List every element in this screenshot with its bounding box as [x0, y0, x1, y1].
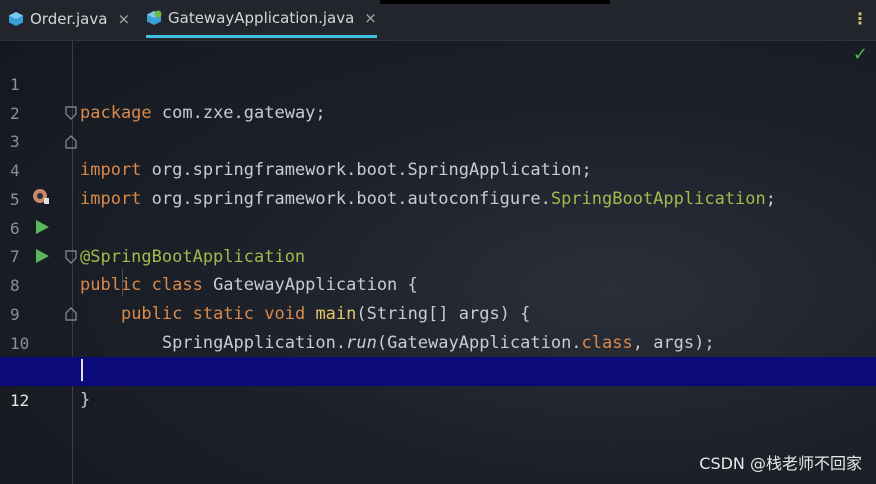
fold-open-icon[interactable] — [64, 249, 78, 264]
editor-tab-bar: Order.java × GatewayApplication.java × ⋮ — [0, 0, 876, 41]
code-line[interactable]: 8 public static void main(String[] args)… — [0, 242, 876, 324]
code-line[interactable]: 3 import org.springframework.boot.Spring… — [0, 98, 876, 180]
run-icon[interactable] — [34, 219, 50, 235]
code-line[interactable]: 2 — [0, 70, 876, 123]
java-class-icon — [8, 11, 24, 27]
code-editor[interactable]: 1 package com.zxe.gateway; 2 3 import or… — [0, 41, 876, 484]
spring-boot-class-icon — [146, 10, 162, 26]
inspection-ok-icon[interactable]: ✓ — [853, 44, 868, 65]
more-options-icon[interactable]: ⋮ — [852, 10, 868, 28]
code-line[interactable]: 9 SpringApplication.run(GatewayApplicati… — [0, 271, 876, 353]
close-icon[interactable]: × — [364, 9, 377, 27]
code-line[interactable]: 4 import org.springframework.boot.autoco… — [0, 127, 876, 209]
code-line[interactable]: 1 package com.zxe.gateway; — [0, 41, 876, 123]
run-icon[interactable] — [34, 248, 50, 264]
window-top-edge — [380, 0, 610, 4]
code-line[interactable]: 5 — [0, 156, 876, 209]
tab-gateway-application-java[interactable]: GatewayApplication.java × — [146, 0, 377, 38]
tab-label: GatewayApplication.java — [168, 8, 355, 27]
line-number: 12 — [10, 391, 30, 410]
indent-guide — [122, 269, 123, 296]
text-caret — [81, 359, 83, 381]
tab-order-java[interactable]: Order.java × — [8, 0, 130, 38]
code-text: } — [80, 390, 91, 410]
code-line[interactable]: 7 public class GatewayApplication { — [0, 213, 876, 295]
fold-close-icon[interactable] — [64, 134, 78, 149]
close-icon[interactable]: × — [117, 10, 130, 28]
fold-open-icon[interactable] — [64, 105, 78, 120]
code-line[interactable]: 11 } — [0, 328, 876, 410]
watermark: CSDN @栈老师不回家 — [699, 454, 862, 473]
code-line[interactable]: 6 @SpringBootApplication — [0, 185, 876, 267]
code-line-current[interactable]: 12 — [0, 357, 876, 410]
spring-bean-icon[interactable] — [31, 186, 51, 206]
tab-label: Order.java — [30, 10, 108, 28]
code-line[interactable]: 10 } — [0, 300, 876, 382]
fold-close-icon[interactable] — [64, 306, 78, 321]
